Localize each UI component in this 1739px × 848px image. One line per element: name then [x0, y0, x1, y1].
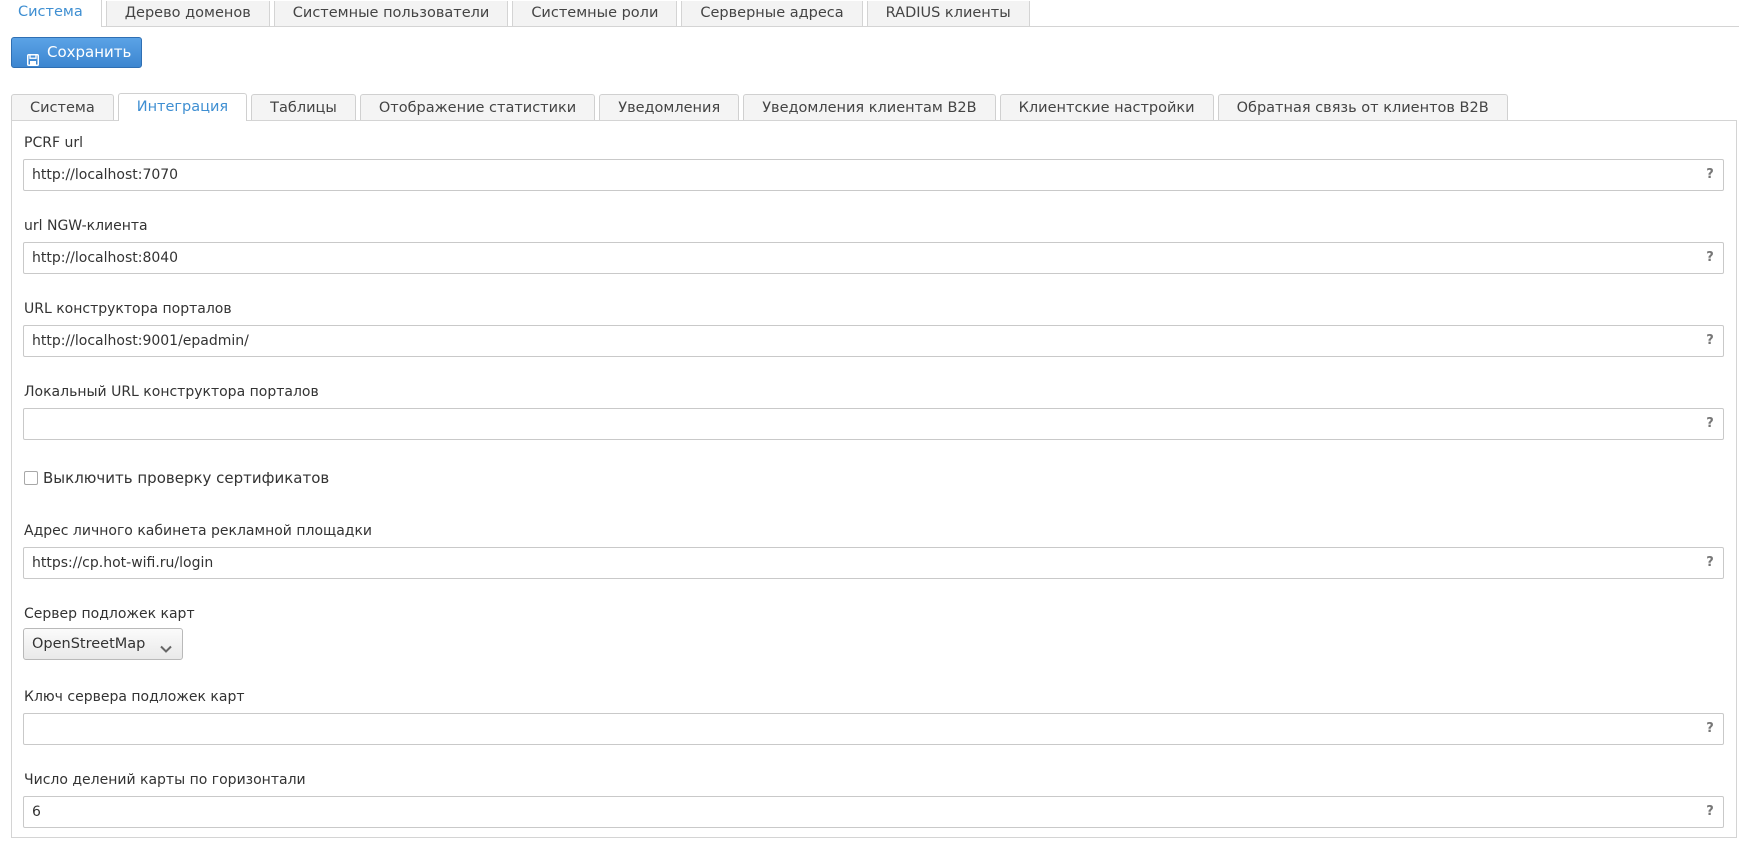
- help-icon[interactable]: ?: [1704, 250, 1716, 266]
- help-icon[interactable]: ?: [1704, 804, 1716, 820]
- local-portal-builder-url-label: Локальный URL конструктора порталов: [24, 384, 319, 400]
- sub-tab-client-settings[interactable]: Клиентские настройки: [999, 94, 1214, 120]
- sub-tab-b2b-feedback[interactable]: Обратная связь от клиентов B2B: [1217, 94, 1508, 120]
- sub-tab-b2b-notifications[interactable]: Уведомления клиентам B2B: [743, 94, 996, 120]
- disable-cert-check-label: Выключить проверку сертификатов: [43, 469, 330, 487]
- pcrf-url-input[interactable]: [24, 160, 1684, 190]
- top-tab-system[interactable]: Система: [0, 0, 102, 27]
- floppy-disk-icon: [27, 47, 39, 66]
- pcrf-url-field: ?: [23, 159, 1724, 191]
- sub-tab-integration[interactable]: Интеграция: [117, 93, 248, 121]
- top-tab-radius-clients[interactable]: RADIUS клиенты: [866, 1, 1030, 26]
- ngw-url-label: url NGW-клиента: [24, 218, 148, 234]
- save-button[interactable]: Сохранить: [11, 37, 142, 68]
- sub-tab-notifications[interactable]: Уведомления: [599, 94, 740, 120]
- ad-cabinet-url-input[interactable]: [24, 548, 1684, 578]
- sub-tab-bar: Система Интеграция Таблицы Отображение с…: [11, 93, 1512, 121]
- map-h-divisions-field: ?: [23, 796, 1724, 828]
- help-icon[interactable]: ?: [1704, 333, 1716, 349]
- top-tab-domain-tree[interactable]: Дерево доменов: [105, 1, 270, 26]
- map-tile-key-input[interactable]: [24, 714, 1684, 744]
- map-h-divisions-input[interactable]: [24, 797, 1684, 827]
- integration-settings-panel: PCRF url ? url NGW-клиента ? URL констру…: [11, 120, 1737, 838]
- portal-builder-url-label: URL конструктора порталов: [24, 301, 232, 317]
- sub-tab-system[interactable]: Система: [11, 94, 114, 120]
- map-tile-server-value: OpenStreetMap: [32, 636, 146, 652]
- map-tile-key-label: Ключ сервера подложек карт: [24, 689, 245, 705]
- ngw-url-input[interactable]: [24, 243, 1684, 273]
- help-icon[interactable]: ?: [1704, 416, 1716, 432]
- help-icon[interactable]: ?: [1704, 721, 1716, 737]
- disable-cert-check-checkbox[interactable]: [24, 471, 38, 485]
- portal-builder-url-input[interactable]: [24, 326, 1684, 356]
- top-tab-system-roles[interactable]: Системные роли: [512, 1, 678, 26]
- help-icon[interactable]: ?: [1704, 167, 1716, 183]
- map-tile-server-label: Сервер подложек карт: [24, 606, 195, 622]
- map-h-divisions-label: Число делений карты по горизонтали: [24, 772, 306, 788]
- chevron-down-icon: [160, 639, 172, 653]
- top-tab-system-users[interactable]: Системные пользователи: [273, 1, 509, 26]
- ngw-url-field: ?: [23, 242, 1724, 274]
- help-icon[interactable]: ?: [1704, 555, 1716, 571]
- sub-tab-statistics-display[interactable]: Отображение статистики: [359, 94, 596, 120]
- pcrf-url-label: PCRF url: [24, 135, 83, 151]
- local-portal-builder-url-field: ?: [23, 408, 1724, 440]
- disable-cert-check-row[interactable]: Выключить проверку сертификатов: [24, 469, 329, 487]
- top-tab-server-addresses[interactable]: Серверные адреса: [681, 1, 863, 26]
- ad-cabinet-url-field: ?: [23, 547, 1724, 579]
- ad-cabinet-url-label: Адрес личного кабинета рекламной площадк…: [24, 523, 373, 539]
- sub-tab-tables[interactable]: Таблицы: [251, 94, 356, 120]
- portal-builder-url-field: ?: [23, 325, 1724, 357]
- map-tile-key-field: ?: [23, 713, 1724, 745]
- top-tab-bar: Система Дерево доменов Системные пользов…: [0, 0, 1739, 27]
- save-button-label: Сохранить: [47, 43, 132, 61]
- map-tile-server-select[interactable]: OpenStreetMap: [23, 628, 183, 660]
- local-portal-builder-url-input[interactable]: [24, 409, 1684, 439]
